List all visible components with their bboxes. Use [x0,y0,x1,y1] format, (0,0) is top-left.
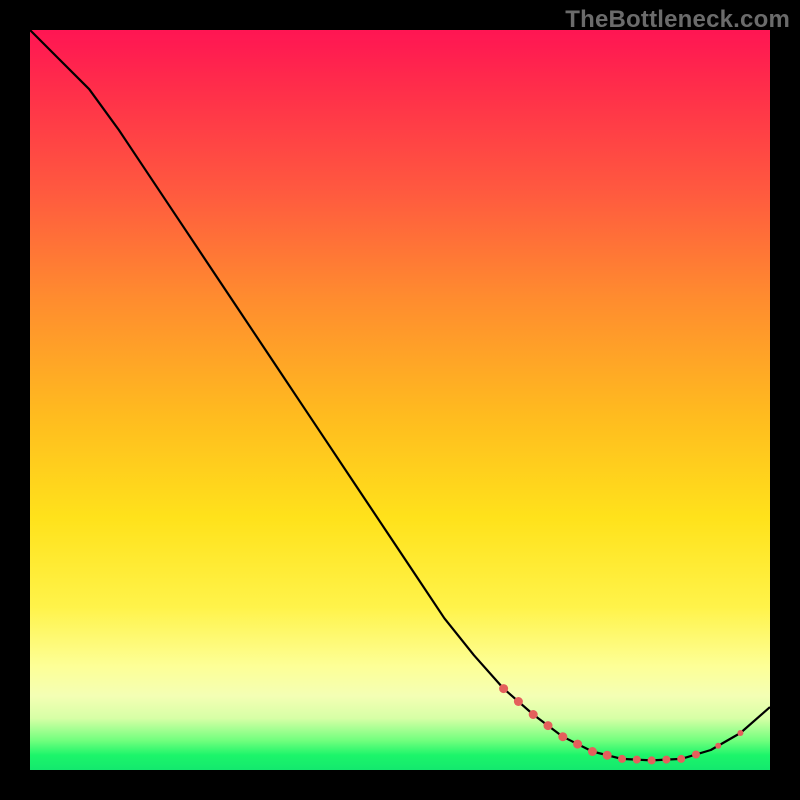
highlight-point [573,740,582,749]
highlight-point [514,697,523,706]
highlight-point [737,730,743,736]
highlight-point [715,743,721,749]
highlight-point [558,732,567,741]
highlight-point [692,751,700,759]
highlight-point [588,747,597,756]
plot-area [30,30,770,770]
curve-svg [30,30,770,770]
highlight-point [633,756,641,764]
highlight-point [662,756,670,764]
bottleneck-curve [30,30,770,760]
highlight-point [618,755,626,763]
highlight-point [544,721,553,730]
watermark-text: TheBottleneck.com [565,6,790,34]
highlight-point [677,755,685,763]
highlight-point [499,684,508,693]
chart-frame: TheBottleneck.com [0,0,800,800]
highlight-point [603,751,612,760]
highlight-point [529,710,538,719]
highlight-point [648,756,656,764]
